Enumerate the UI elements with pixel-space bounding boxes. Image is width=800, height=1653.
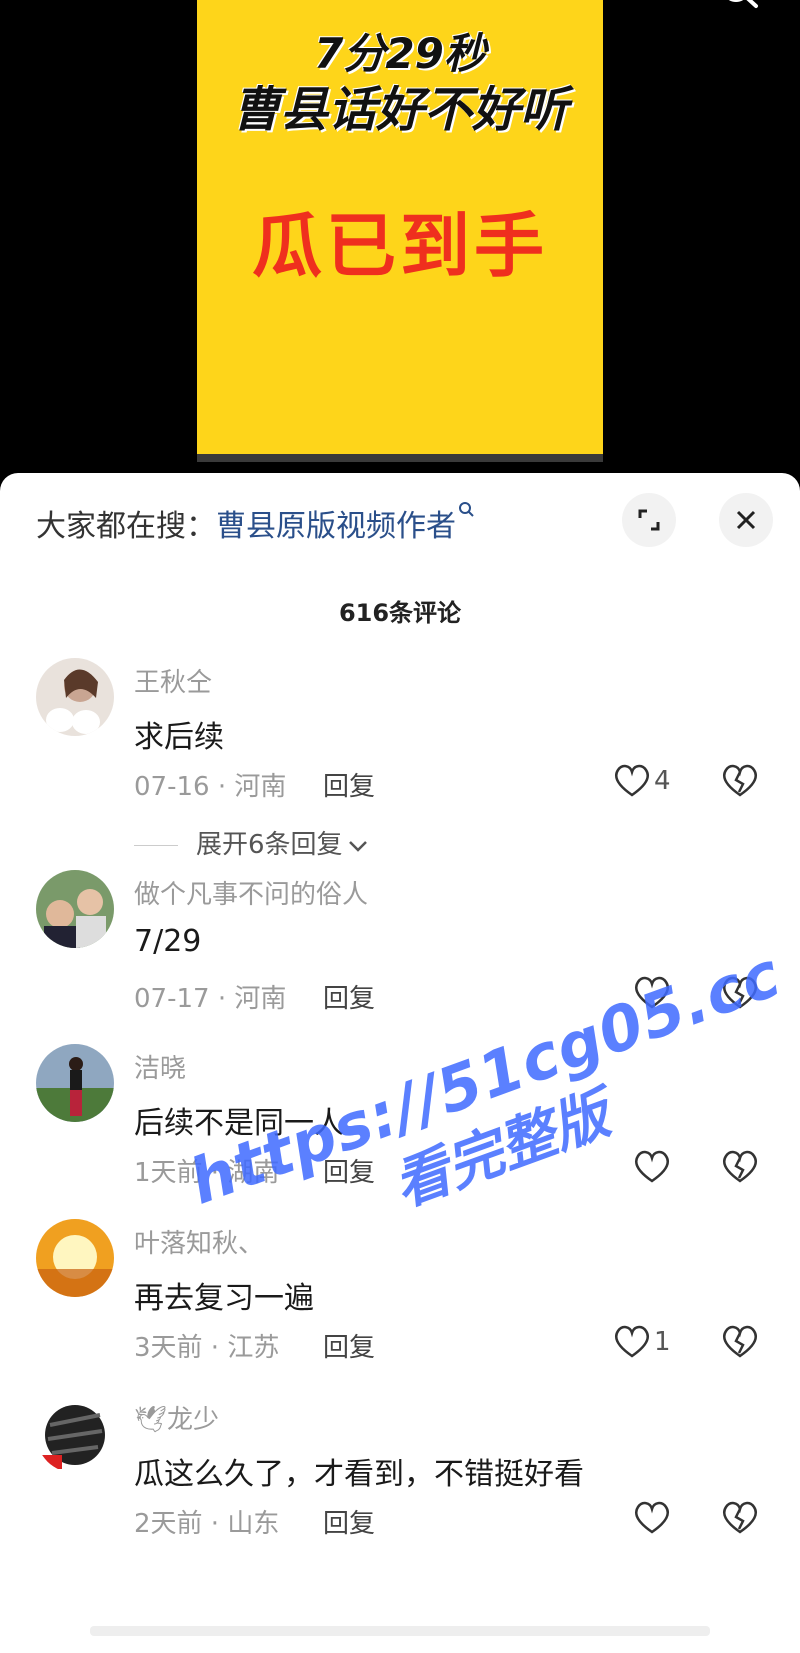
close-icon [736,510,756,530]
close-button[interactable] [719,493,773,547]
reply-button[interactable]: 回复 [323,1503,375,1540]
broken-heart-icon[interactable] [720,1148,760,1184]
comment-username[interactable]: 做个凡事不问的俗人 [134,874,368,911]
search-icon[interactable] [718,0,766,16]
video-thumbnail[interactable]: 7分29秒 曹县话好不好听 瓜已到手 [197,0,603,462]
reply-button[interactable]: 回复 [323,978,375,1015]
comment-meta: 2天前 · 山东 [134,1509,280,1539]
search-icon [459,502,474,517]
like-count: 1 [654,1327,671,1357]
broken-heart-icon[interactable] [720,1323,760,1359]
video-area[interactable]: 7分29秒 曹县话好不好听 瓜已到手 [0,0,800,480]
heart-icon[interactable] [612,762,652,798]
comment-panel: 大家都在搜：曹县原版视频作者 616条评论 王秋仝 求后续 07-16 · 河南… [0,473,800,1653]
comment-meta: 3天前 · 江苏 [134,1333,280,1363]
comment-text: 再去复习一遍 [134,1281,314,1316]
expand-button[interactable] [622,493,676,547]
expand-icon [638,509,660,531]
bottom-input-bar[interactable] [90,1626,710,1636]
expand-replies[interactable]: 展开6条回复 [134,824,369,861]
comment-text: 后续不是同一人 [134,1106,344,1141]
comment-username[interactable]: 洁晓 [134,1048,186,1085]
search-suggestion: 大家都在搜：曹县原版视频作者 [36,501,476,545]
suggestion-link[interactable]: 曹县原版视频作者 [216,509,456,544]
comment-count: 616条评论 [338,599,462,627]
avatar[interactable] [36,1219,114,1297]
broken-heart-icon[interactable] [720,974,760,1010]
comment-meta: 07-17 · 河南 [134,984,287,1014]
comment-text: 7/29 [134,924,202,959]
like-count: 4 [654,766,671,796]
comment-text: 求后续 [134,720,224,755]
reply-button[interactable]: 回复 [323,766,375,803]
bird-icon: 🕊 [134,1405,168,1435]
video-title-line2: 曹县话好不好听 [231,82,568,138]
avatar[interactable] [36,870,114,948]
reply-button[interactable]: 回复 [323,1152,375,1189]
comment-meta: 1天前 · 湖南 [134,1158,280,1188]
broken-heart-icon[interactable] [720,1499,760,1535]
heart-icon[interactable] [612,1323,652,1359]
heart-icon[interactable] [632,974,672,1010]
comment-username-label: 龙少 [167,1405,220,1435]
expand-replies-label: 展开6条回复 [196,830,343,860]
comment-username[interactable]: 王秋仝 [134,662,212,699]
chevron-down-icon [348,841,367,852]
reply-button[interactable]: 回复 [323,1327,375,1364]
suggestion-prefix: 大家都在搜： [36,509,216,544]
comment-username[interactable]: 叶落知秋、 [134,1223,264,1260]
avatar[interactable] [36,1395,114,1473]
comment-meta: 07-16 · 河南 [134,772,287,802]
heart-icon[interactable] [632,1148,672,1184]
broken-heart-icon[interactable] [720,762,760,798]
avatar[interactable] [36,658,114,736]
avatar[interactable] [36,1044,114,1122]
comment-username[interactable]: 🕊龙少 [134,1399,219,1436]
heart-icon[interactable] [632,1499,672,1535]
comment-text: 瓜这么久了，才看到，不错挺好看 [134,1457,584,1492]
video-subtitle: 瓜已到手 [252,205,548,287]
